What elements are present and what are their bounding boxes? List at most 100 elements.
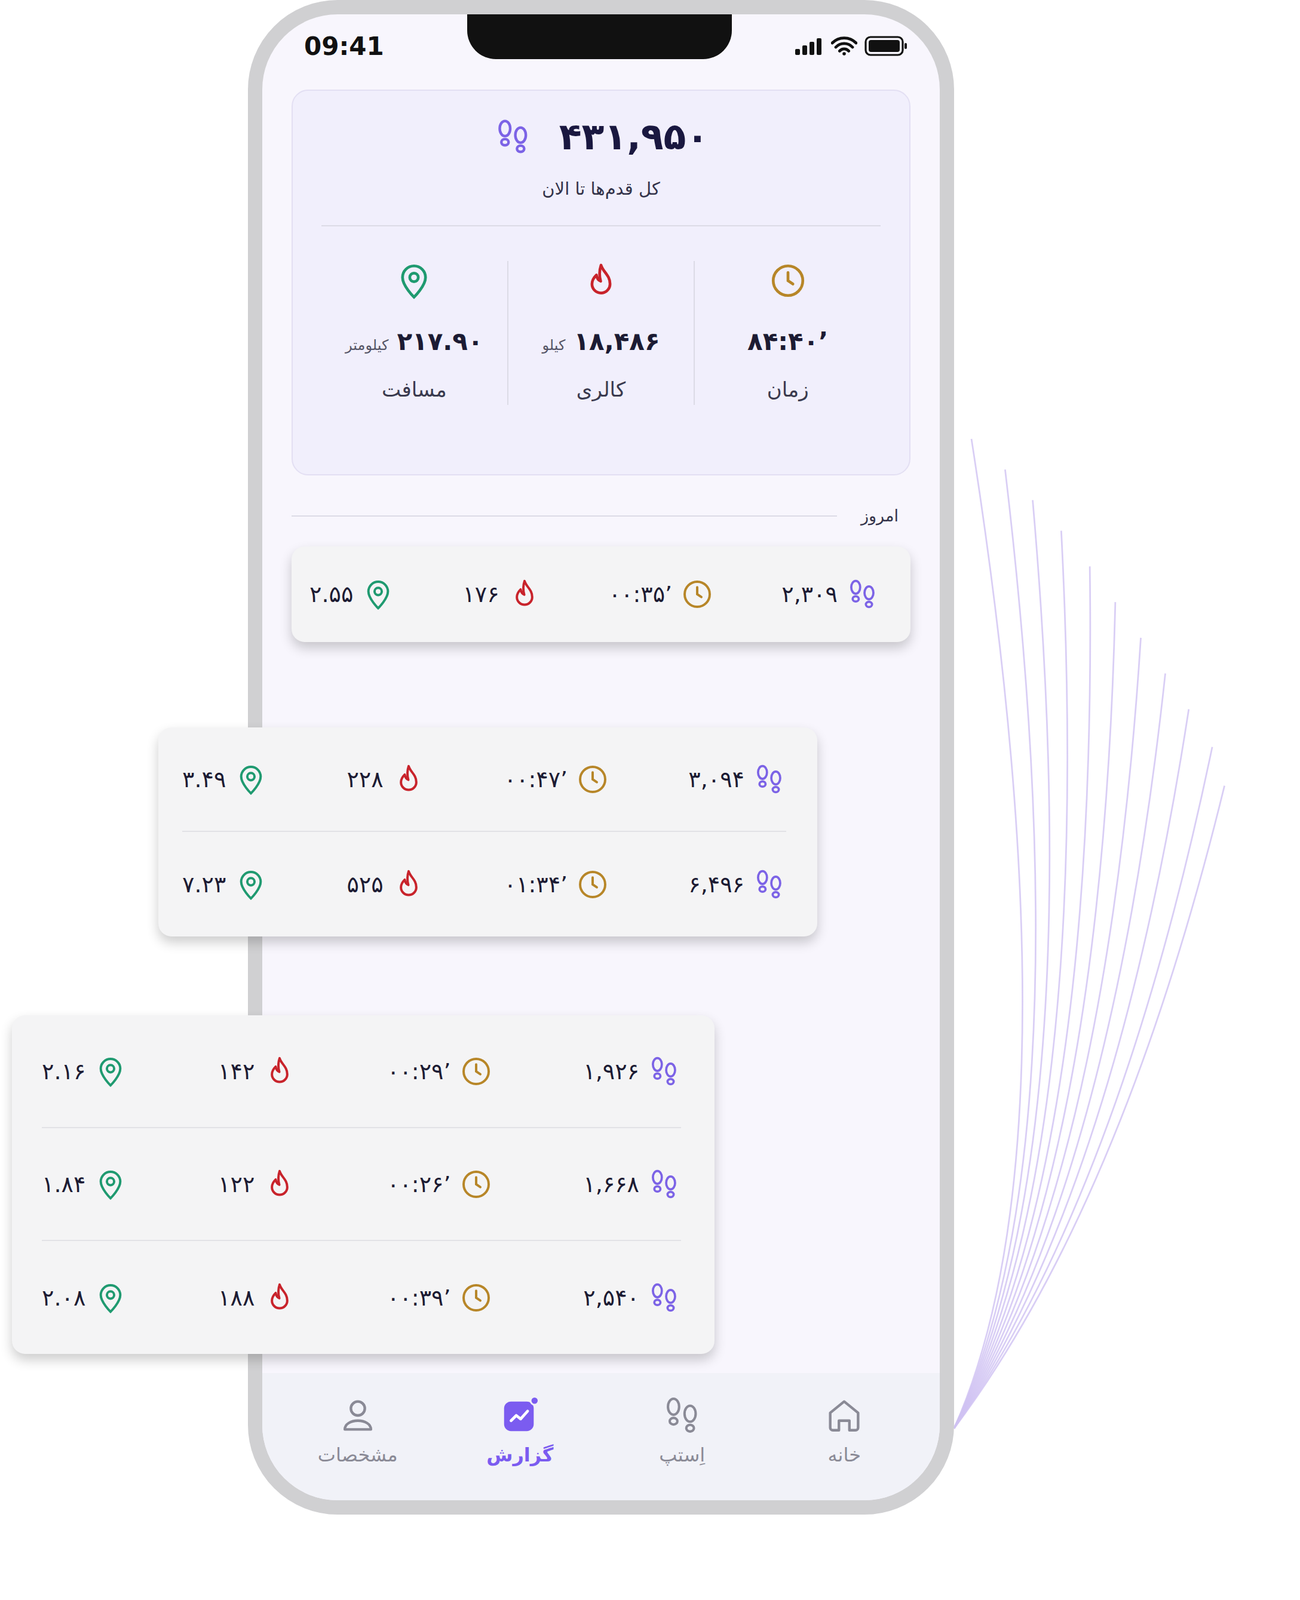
stat-number: ۸۴:۴۰’ (747, 326, 829, 357)
nav-item[interactable]: مشخصات (276, 1373, 440, 1467)
session-cell: ۲۲۸ (346, 762, 425, 797)
chart-icon (498, 1394, 541, 1437)
total-steps-label: کل قدم‌ها تا الان (321, 178, 881, 199)
stat-label: مسافت (381, 377, 447, 406)
stat: ۱۸,۴۸۶کیلوکالری (507, 261, 695, 406)
session-value: ۱,۶۶۸ (583, 1171, 640, 1198)
session-value: ۲۲۸ (346, 766, 383, 793)
stat-number: ۲۱۷.۹۰ (396, 326, 483, 357)
stat: ۲۱۷.۹۰ کیلومتر مسافت (321, 261, 508, 406)
footprints-icon (752, 762, 787, 797)
notch (467, 14, 732, 60)
session-value: ۵۲۵ (346, 871, 383, 898)
session-value: ۱.۸۴ (41, 1171, 86, 1198)
session-cell: ۳.۴۹ (182, 762, 268, 797)
nav-item[interactable]: اِستپ (601, 1373, 764, 1467)
nav-item[interactable]: گزارش (439, 1373, 602, 1467)
clock-icon (768, 261, 808, 301)
session-cell: ۱,۶۶۸ (583, 1167, 682, 1202)
person-icon (336, 1394, 379, 1437)
session-value: ۲.۰۸ (41, 1285, 86, 1312)
flame-icon (507, 577, 542, 612)
nav-label: گزارش (486, 1443, 554, 1467)
session-cell: ۰۰:۳۵’ (608, 577, 715, 612)
session-cell: ۰۰:۲۶’ (387, 1167, 493, 1202)
session-card: ۱,۹۲۶ ۰۰:۲۹’ ۱۴۲ ۲.۱۶ ۱,۶۶۸ ۰۰:۲۶’ ۱۲۲ ۱.۸۴ ۲,۵۴… (11, 1015, 715, 1355)
flame-icon (391, 868, 426, 902)
session-cell: ۱۲۲ (218, 1167, 297, 1202)
session-row[interactable]: ۱,۶۶۸ ۰۰:۲۶’ ۱۲۲ ۱.۸۴ (41, 1128, 682, 1242)
clock-icon (680, 577, 714, 612)
location-pin-icon (234, 762, 268, 797)
session-value: ۲,۵۴۰ (583, 1285, 640, 1312)
session-cell: ۱۴۲ (218, 1055, 297, 1089)
session-cell: ۵۲۵ (346, 868, 425, 902)
nav-label: اِستپ (658, 1443, 705, 1467)
stat-label: کالری (576, 377, 626, 406)
session-value: ۳.۴۹ (182, 766, 226, 793)
status-icons (793, 35, 909, 57)
today-header: امروز (291, 506, 911, 526)
session-cell: ۷.۲۳ (182, 868, 268, 902)
stat-label: زمان (767, 377, 809, 406)
nav-item[interactable]: خانه (763, 1373, 927, 1467)
flame-icon (581, 261, 621, 301)
session-value: ۰۰:۲۶’ (387, 1171, 452, 1198)
stats-row: ۸۴:۴۰’ زمان ۱۸,۴۸۶کیلوکالری ۲۱۷.۹۰ کیلومتر مس… (321, 261, 881, 406)
today-label: امروز (860, 506, 899, 526)
total-steps-value: ۴۳۱,۹۵۰ (559, 114, 710, 159)
session-row[interactable]: ۲,۵۴۰ ۰۰:۳۹’ ۱۸۸ ۲.۰۸ (41, 1241, 682, 1355)
session-value: ۲,۳۰۹ (781, 581, 838, 608)
session-value: ۷.۲۳ (182, 871, 226, 898)
session-value: ۲.۱۶ (41, 1058, 86, 1085)
session-value: ۱۴۲ (218, 1058, 255, 1085)
summary-card: ۴۳۱,۹۵۰ کل قدم‌ها تا الان ۸۴:۴۰’ زمان ۱۸,۴۸۶… (291, 89, 911, 476)
session-cell: ۲,۳۰۹ (781, 577, 880, 612)
footprints-icon (845, 577, 880, 612)
battery-icon (864, 35, 909, 57)
session-cell: ۲.۰۸ (41, 1281, 128, 1315)
total-steps: ۴۳۱,۹۵۰ (321, 114, 881, 159)
home-icon (823, 1394, 866, 1437)
session-value: ۶,۴۹۶ (688, 871, 745, 898)
session-value: ۰۰:۳۵’ (608, 581, 673, 608)
location-pin-icon (93, 1167, 128, 1202)
session-row[interactable]: ۶,۴۹۶ ۰۱:۳۴’ ۵۲۵ ۷.۲۳ (182, 832, 787, 937)
session-cell: ۰۱:۳۴’ (504, 868, 610, 902)
stat-number: ۱۸,۴۸۶ (573, 326, 660, 357)
session-row[interactable]: ۳,۰۹۴ ۰۰:۴۷’ ۲۲۸ ۳.۴۹ (182, 727, 787, 833)
nav-label: خانه (827, 1443, 861, 1467)
flame-icon (391, 762, 426, 797)
bottom-nav: خانه اِستپ گزارش مشخصات (262, 1373, 940, 1501)
session-cell: ۱,۹۲۶ (583, 1055, 682, 1089)
session-value: ۱۷۶ (462, 581, 499, 608)
session-value: ۰۰:۴۷’ (504, 766, 569, 793)
footprints-icon (493, 117, 533, 157)
session-cell: ۲,۵۴۰ (583, 1281, 682, 1315)
today-line (291, 515, 837, 517)
location-pin-icon (93, 1055, 128, 1089)
session-value: ۱۲۲ (218, 1171, 255, 1198)
wifi-icon (831, 36, 858, 56)
location-pin-icon (394, 261, 434, 301)
session-value: ۰۰:۲۹’ (387, 1058, 452, 1085)
footprints-icon (647, 1055, 682, 1089)
location-pin-icon (234, 868, 268, 902)
session-cell: ۰۰:۴۷’ (504, 762, 610, 797)
flame-icon (262, 1281, 297, 1315)
footprints-icon (647, 1281, 682, 1315)
session-card: ۳,۰۹۴ ۰۰:۴۷’ ۲۲۸ ۳.۴۹ ۶,۴۹۶ ۰۱:۳۴’ ۵۲۵ ۷.۲۳ (158, 727, 818, 937)
session-value: ۳,۰۹۴ (688, 766, 745, 793)
stat-unit: کیلومتر (345, 336, 389, 354)
session-row[interactable]: ۲,۳۰۹ ۰۰:۳۵’ ۱۷۶ ۲.۵۵ (291, 546, 911, 643)
session-card: ۲,۳۰۹ ۰۰:۳۵’ ۱۷۶ ۲.۵۵ (291, 546, 911, 643)
session-cell: ۲.۱۶ (41, 1055, 128, 1089)
session-value: ۲.۵۵ (309, 581, 354, 608)
divider (321, 225, 881, 227)
session-cell: ۱۸۸ (218, 1281, 297, 1315)
status-time: 09:41 (304, 31, 385, 61)
stat-value: ۸۴:۴۰’ (747, 326, 829, 357)
session-row[interactable]: ۱,۹۲۶ ۰۰:۲۹’ ۱۴۲ ۲.۱۶ (41, 1015, 682, 1129)
session-value: ۰۰:۳۹’ (387, 1285, 452, 1312)
flame-icon (262, 1167, 297, 1202)
